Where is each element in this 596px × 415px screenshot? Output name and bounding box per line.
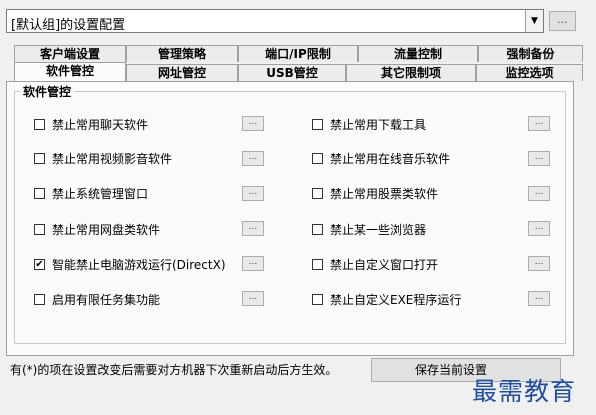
online-music-settings-button[interactable]: ... (528, 151, 550, 166)
custom-window-settings-button[interactable]: ... (528, 256, 550, 271)
download-tools-settings-button[interactable]: ... (528, 116, 550, 131)
system-admin-settings-button[interactable]: ... (242, 186, 264, 201)
chat-software-settings-button[interactable]: ... (242, 116, 264, 131)
tab-other-limits[interactable]: 其它限制项 (346, 64, 476, 81)
stock-software-settings-button[interactable]: ... (528, 186, 550, 201)
checkbox[interactable] (312, 294, 323, 305)
tab-monitor-options[interactable]: 监控选项 (476, 64, 583, 81)
checkbox-checked[interactable]: ✔ (34, 259, 45, 270)
option-label: 启用有限任务集功能 (52, 293, 161, 307)
tab-usb-control[interactable]: USB管控 (238, 64, 346, 81)
tab-traffic-control[interactable]: 流量控制 (358, 45, 478, 62)
option-label: 禁止常用聊天软件 (52, 118, 149, 132)
game-block-settings-button[interactable]: ... (242, 256, 264, 271)
tab-port-ip-limit[interactable]: 端口/IP限制 (238, 45, 358, 62)
checkbox[interactable] (34, 119, 45, 130)
checkbox[interactable] (312, 259, 323, 270)
option-label: 禁止常用下载工具 (330, 118, 427, 132)
checkbox[interactable] (34, 188, 45, 199)
config-ellipsis-button[interactable]: ... (549, 11, 576, 31)
dropdown-arrow-icon[interactable]: ▼ (525, 10, 543, 32)
checkbox[interactable] (34, 224, 45, 235)
tab-client-settings[interactable]: 客户端设置 (14, 45, 126, 62)
option-label: 禁止常用网盘类软件 (52, 223, 161, 237)
netdisk-settings-button[interactable]: ... (242, 221, 264, 236)
option-label: 禁止常用视频影音软件 (52, 152, 173, 166)
tab-software-control[interactable]: 软件管控 (14, 62, 126, 81)
checkbox[interactable] (34, 294, 45, 305)
tab-management-policy[interactable]: 管理策略 (126, 45, 238, 62)
option-label: 禁止常用在线音乐软件 (330, 152, 451, 166)
browsers-settings-button[interactable]: ... (528, 221, 550, 236)
taskset-settings-button[interactable]: ... (242, 291, 264, 306)
option-label: 禁止常用股票类软件 (330, 187, 439, 201)
option-label: 禁止某一些浏览器 (330, 223, 427, 237)
checkbox[interactable] (312, 224, 323, 235)
watermark-text: 最需教育 (472, 377, 577, 406)
option-label: 禁止系统管理窗口 (52, 187, 149, 201)
video-software-settings-button[interactable]: ... (242, 151, 264, 166)
group-title: 软件管控 (20, 83, 75, 100)
option-label: 禁止自定义EXE程序运行 (330, 293, 462, 307)
custom-exe-settings-button[interactable]: ... (528, 291, 550, 306)
checkbox[interactable] (312, 119, 323, 130)
config-dropdown[interactable]: [默认组]的设置配置 ▼ (6, 9, 544, 33)
option-label: 禁止自定义窗口打开 (330, 258, 439, 272)
checkbox[interactable] (34, 153, 45, 164)
option-label: 智能禁止电脑游戏运行(DirectX) (52, 258, 226, 272)
config-dropdown-value: [默认组]的设置配置 (11, 18, 126, 33)
restart-note: 有(*)的项在设置改变后需要对方机器下次重新启动后方生效。 (10, 363, 338, 377)
tab-force-backup[interactable]: 强制备份 (478, 45, 583, 62)
tab-url-control[interactable]: 网址管控 (126, 64, 238, 81)
checkbox[interactable] (312, 153, 323, 164)
checkbox[interactable] (312, 188, 323, 199)
